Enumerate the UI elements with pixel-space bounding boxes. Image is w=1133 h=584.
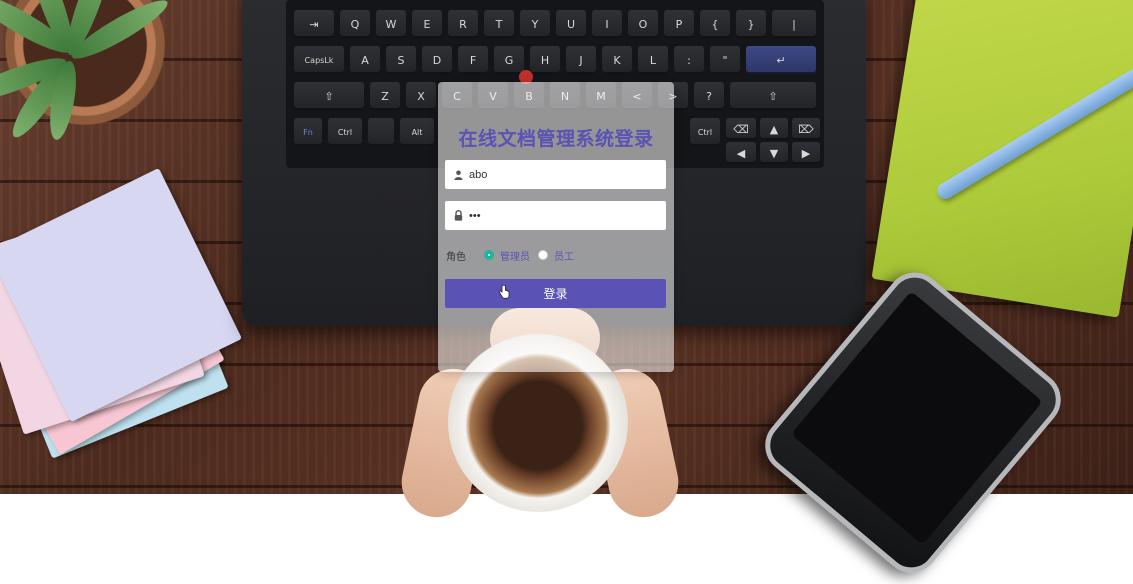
role-option-label: 管理员 xyxy=(500,251,530,263)
username-input[interactable] xyxy=(467,168,661,181)
login-title: 在线文档管理系统登录 xyxy=(458,128,654,150)
lock-icon xyxy=(449,201,467,230)
role-selector: 角色 管理员 员工 xyxy=(446,247,582,263)
hand-cursor-icon xyxy=(498,284,510,302)
user-icon xyxy=(449,160,467,189)
radio-checked-icon[interactable] xyxy=(484,250,494,260)
role-option-staff[interactable]: 员工 xyxy=(538,248,574,263)
sticky-notes xyxy=(0,167,243,459)
role-option-label: 员工 xyxy=(554,251,574,263)
password-field[interactable] xyxy=(445,201,666,230)
username-field[interactable] xyxy=(445,160,666,189)
login-button-label: 登录 xyxy=(543,287,568,301)
role-option-admin[interactable]: 管理员 xyxy=(484,248,530,263)
password-input[interactable] xyxy=(467,209,661,222)
radio-unchecked-icon[interactable] xyxy=(538,250,548,260)
role-label: 角色 xyxy=(446,251,466,263)
login-button[interactable]: 登录 xyxy=(445,279,666,308)
login-panel: 在线文档管理系统登录 角色 管理员 员工 登录 xyxy=(438,82,674,372)
